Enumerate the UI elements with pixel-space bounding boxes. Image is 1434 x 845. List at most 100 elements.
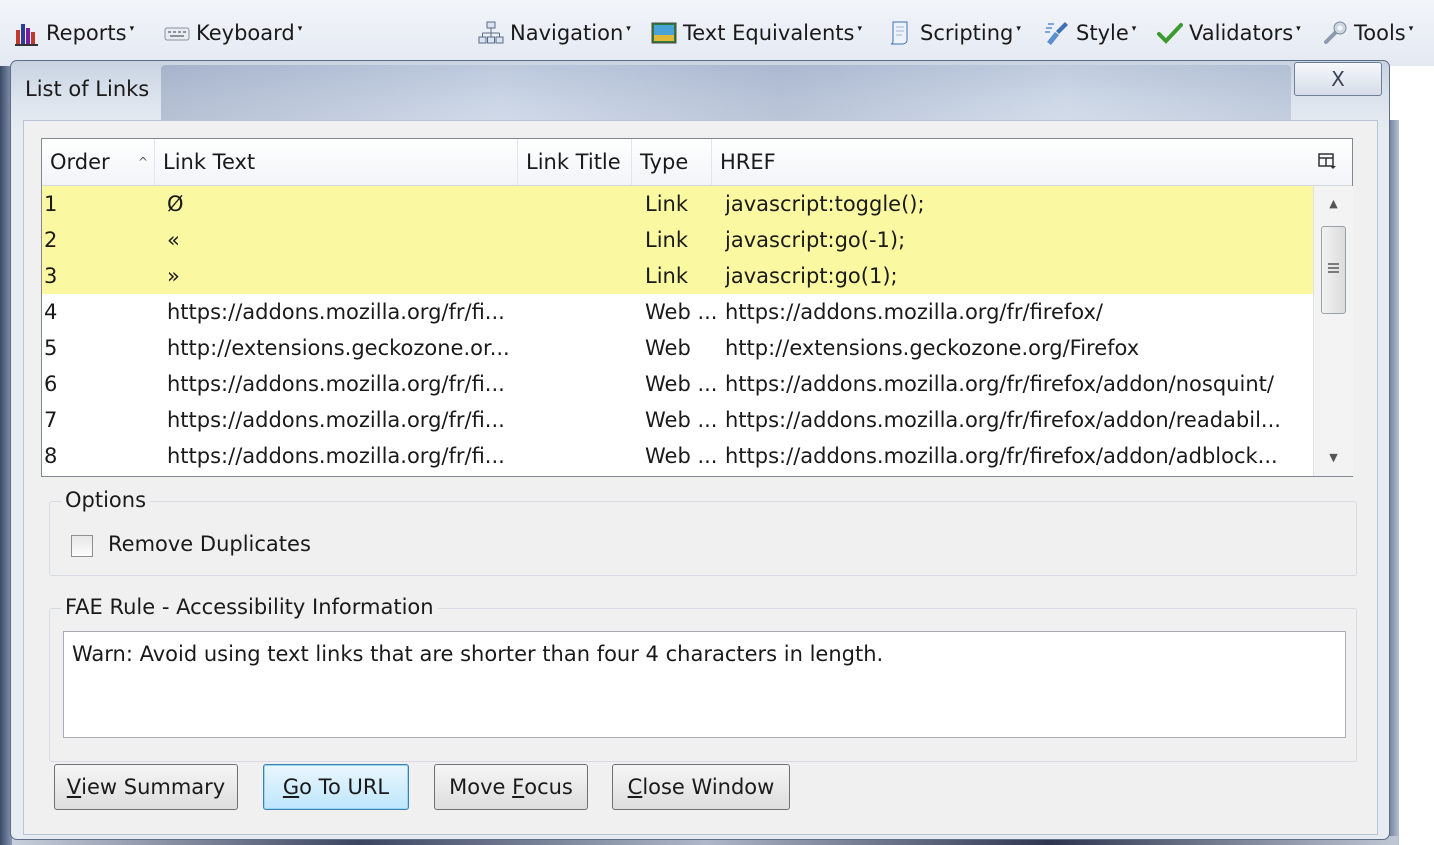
tools-menu[interactable]: Tools ▾ bbox=[1322, 17, 1413, 49]
button-label: Move bbox=[449, 775, 513, 799]
cell-link-text: « bbox=[167, 228, 180, 252]
column-header-label: Order bbox=[50, 150, 110, 174]
column-header-type[interactable]: Type bbox=[632, 139, 712, 185]
cell-link-text: Ø bbox=[167, 192, 184, 216]
column-header-href[interactable]: HREF bbox=[712, 139, 1313, 185]
navigation-menu-label: Navigation bbox=[510, 21, 624, 45]
cell-type: Link bbox=[645, 228, 689, 252]
validators-menu[interactable]: Validators ▾ bbox=[1157, 17, 1301, 49]
titlebar-glass bbox=[161, 65, 1291, 127]
dropdown-arrow-icon: ▾ bbox=[857, 24, 862, 34]
cell-order: 5 bbox=[44, 336, 58, 360]
move-focus-button[interactable]: Move Focus bbox=[434, 764, 588, 810]
reports-menu-label: Reports bbox=[46, 21, 127, 45]
cell-href: http://extensions.geckozone.org/Firefox bbox=[725, 336, 1140, 360]
reports-menu[interactable]: Reports ▾ bbox=[14, 17, 134, 49]
cell-href: https://addons.mozilla.org/fr/firefox/ad… bbox=[725, 372, 1274, 396]
table-scrollbar[interactable]: ▲ ▼ bbox=[1313, 186, 1353, 476]
table-row[interactable]: 1 Ø Link javascript:toggle(); bbox=[42, 186, 1313, 222]
column-header-label: Link Text bbox=[163, 150, 256, 174]
accessibility-info-message: Warn: Avoid using text links that are sh… bbox=[72, 642, 884, 666]
table-row[interactable]: 7 https://addons.mozilla.org/fr/fi... We… bbox=[42, 402, 1313, 438]
cell-order: 8 bbox=[44, 444, 58, 468]
button-label: lose Window bbox=[642, 775, 775, 799]
cell-href: javascript:go(1); bbox=[725, 264, 898, 288]
column-header-order[interactable]: Order ^ bbox=[42, 139, 155, 185]
dropdown-arrow-icon: ▾ bbox=[1296, 24, 1301, 34]
cell-type: Link bbox=[645, 192, 689, 216]
table-row[interactable]: 8 https://addons.mozilla.org/fr/fi... We… bbox=[42, 438, 1313, 474]
sort-ascending-icon: ^ bbox=[138, 155, 149, 169]
style-menu[interactable]: Style ▾ bbox=[1044, 17, 1136, 49]
cell-link-text: » bbox=[167, 264, 180, 288]
navigation-menu[interactable]: Navigation ▾ bbox=[478, 17, 631, 49]
extension-toolbar: Reports ▾ Keyboard ▾ Navigation ▾ Text Equi… bbox=[0, 0, 1434, 66]
cell-href: javascript:go(-1); bbox=[725, 228, 906, 252]
scrollbar-thumb[interactable] bbox=[1321, 226, 1346, 314]
cell-link-text: http://extensions.geckozone.or... bbox=[167, 336, 510, 360]
cell-type: Web ... bbox=[645, 372, 718, 396]
column-header-label: HREF bbox=[720, 150, 776, 174]
grip-icon bbox=[1328, 263, 1339, 265]
table-row[interactable]: 6 https://addons.mozilla.org/fr/fi... We… bbox=[42, 366, 1313, 402]
style-menu-label: Style bbox=[1076, 21, 1129, 45]
remove-duplicates-checkbox[interactable] bbox=[71, 535, 93, 557]
button-label: iew Summary bbox=[81, 775, 226, 799]
table-header: Order ^ Link Text Link Title Type HREF bbox=[42, 139, 1352, 186]
accelerator-key: C bbox=[627, 775, 643, 799]
style-brush-icon bbox=[1044, 20, 1070, 46]
keyboard-menu-label: Keyboard bbox=[196, 21, 295, 45]
close-window-button[interactable]: Close Window bbox=[612, 764, 790, 810]
cell-link-text: https://addons.mozilla.org/fr/fi... bbox=[167, 408, 505, 432]
cell-link-text: https://addons.mozilla.org/fr/fi... bbox=[167, 300, 505, 324]
scripting-menu[interactable]: Scripting ▾ bbox=[888, 17, 1021, 49]
remove-duplicates-label[interactable]: Remove Duplicates bbox=[108, 532, 311, 556]
background-page bbox=[1398, 66, 1434, 845]
dropdown-arrow-icon: ▾ bbox=[129, 24, 135, 34]
options-group-label: Options bbox=[61, 488, 151, 512]
cell-href: https://addons.mozilla.org/fr/firefox/ bbox=[725, 300, 1103, 324]
cell-order: 7 bbox=[44, 408, 58, 432]
close-icon: X bbox=[1331, 67, 1345, 91]
bar-chart-icon bbox=[14, 20, 40, 46]
wrench-icon bbox=[1322, 20, 1348, 46]
cell-type: Web ... bbox=[645, 408, 718, 432]
keyboard-icon bbox=[164, 20, 190, 46]
cell-order: 2 bbox=[44, 228, 58, 252]
column-picker-icon[interactable] bbox=[1317, 151, 1337, 171]
list-of-links-dialog: List of Links X Order ^ Link Text Link T… bbox=[10, 60, 1390, 840]
dialog-title: List of Links bbox=[25, 77, 150, 101]
fae-rule-group-label: FAE Rule - Accessibility Information bbox=[61, 595, 438, 619]
cell-order: 3 bbox=[44, 264, 58, 288]
keyboard-menu[interactable]: Keyboard ▾ bbox=[164, 17, 302, 49]
table-row[interactable]: 3 » Link javascript:go(1); bbox=[42, 258, 1313, 294]
accelerator-key: G bbox=[282, 775, 300, 799]
go-to-url-button[interactable]: Go To URL bbox=[263, 764, 409, 810]
checkmark-icon bbox=[1157, 20, 1183, 46]
cell-href: javascript:toggle(); bbox=[725, 192, 925, 216]
cell-type: Web ... bbox=[645, 444, 718, 468]
accelerator-key: V bbox=[66, 775, 82, 799]
dropdown-arrow-icon: ▾ bbox=[297, 24, 303, 34]
sitemap-icon bbox=[478, 20, 504, 46]
image-icon bbox=[651, 20, 677, 46]
view-summary-button[interactable]: View Summary bbox=[54, 764, 238, 810]
cell-href: https://addons.mozilla.org/fr/firefox/ad… bbox=[725, 444, 1278, 468]
column-header-link-title[interactable]: Link Title bbox=[518, 139, 632, 185]
table-body: 1 Ø Link javascript:toggle(); 2 « Link j… bbox=[42, 186, 1313, 476]
accelerator-key: F bbox=[512, 775, 525, 799]
text-equivalents-menu[interactable]: Text Equivalents ▾ bbox=[651, 17, 862, 49]
table-row[interactable]: 5 http://extensions.geckozone.or... Web … bbox=[42, 330, 1313, 366]
cell-order: 1 bbox=[44, 192, 58, 216]
validators-menu-label: Validators bbox=[1189, 21, 1294, 45]
scroll-up-arrow-icon[interactable]: ▲ bbox=[1314, 190, 1353, 216]
cell-type: Web ... bbox=[645, 300, 718, 324]
dropdown-arrow-icon: ▾ bbox=[1016, 24, 1021, 34]
column-header-link-text[interactable]: Link Text bbox=[155, 139, 518, 185]
accessibility-info-text[interactable]: Warn: Avoid using text links that are sh… bbox=[63, 631, 1346, 738]
scroll-down-arrow-icon[interactable]: ▼ bbox=[1314, 444, 1353, 470]
table-row[interactable]: 2 « Link javascript:go(-1); bbox=[42, 222, 1313, 258]
cell-link-text: https://addons.mozilla.org/fr/fi... bbox=[167, 444, 505, 468]
close-dialog-button[interactable]: X bbox=[1294, 62, 1382, 96]
table-row[interactable]: 4 https://addons.mozilla.org/fr/fi... We… bbox=[42, 294, 1313, 330]
